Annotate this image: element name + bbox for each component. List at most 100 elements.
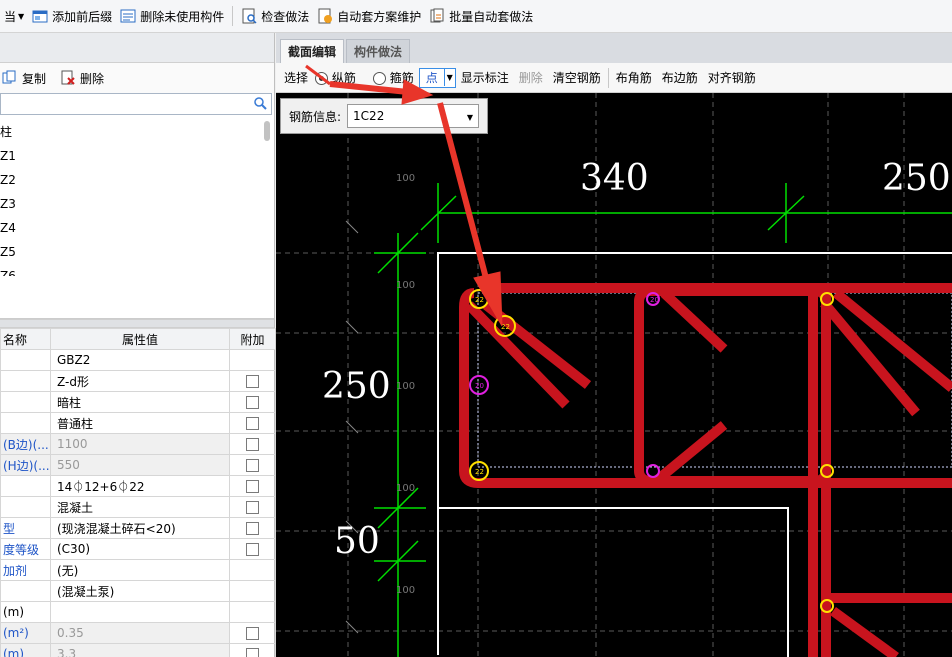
property-value[interactable]: 550 — [50, 454, 230, 476]
list-item[interactable]: Z5 — [0, 240, 16, 264]
table-row[interactable]: 14⏀12+6⏀22 — [0, 475, 276, 497]
property-value[interactable]: (现浇混凝土碎石<20) — [50, 517, 230, 539]
add-checkbox[interactable] — [246, 375, 259, 388]
property-value[interactable]: Z-d形 — [50, 370, 230, 392]
delete-unused-button[interactable]: 删除未使用构件 — [116, 4, 228, 28]
stirrup-radio[interactable]: 箍筋 — [361, 69, 419, 86]
small-label: 100 — [396, 585, 415, 596]
add-checkbox[interactable] — [246, 543, 259, 556]
table-row[interactable]: 型 (现浇混凝土碎石<20) — [0, 517, 276, 539]
property-value[interactable]: 3.3 — [50, 643, 230, 657]
add-checkbox[interactable] — [246, 480, 259, 493]
delete-bar-button[interactable]: 删除 — [514, 69, 548, 86]
property-value[interactable] — [50, 601, 230, 623]
search-icon — [254, 97, 267, 113]
property-value[interactable]: 14⏀12+6⏀22 — [50, 475, 230, 497]
table-row[interactable]: (混凝土泵) — [0, 580, 276, 602]
table-row[interactable]: (m) 3.3 — [0, 643, 276, 657]
batch-auto-button[interactable]: 批量自动套做法 — [425, 4, 537, 28]
property-name: (m) — [0, 601, 51, 623]
copy-button[interactable]: 复制 — [0, 66, 50, 90]
list-item[interactable]: Z1 — [0, 144, 16, 168]
longbar-radio[interactable]: 纵筋 — [313, 69, 361, 86]
toolbar-separator — [607, 67, 609, 88]
add-prefix-icon — [32, 8, 48, 24]
radio-off-icon — [372, 72, 386, 85]
delete-unused-icon — [120, 8, 136, 24]
add-checkbox[interactable] — [246, 501, 259, 514]
auto-scheme-label: 自动套方案维护 — [337, 9, 422, 24]
check-method-label: 检查做法 — [261, 9, 310, 24]
side-bar[interactable] — [646, 464, 660, 478]
add-checkbox[interactable] — [246, 438, 259, 451]
align-bar-button[interactable]: 对齐钢筋 — [703, 69, 761, 86]
table-row[interactable]: (m²) 0.35 — [0, 622, 276, 644]
add-checkbox[interactable] — [246, 417, 259, 430]
property-add-cell — [229, 496, 276, 518]
list-scrollbar[interactable] — [264, 121, 270, 141]
table-row[interactable]: (m) — [0, 601, 276, 623]
list-item[interactable]: Z2 — [0, 168, 16, 192]
property-value[interactable]: 0.35 — [50, 622, 230, 644]
tab-section-edit[interactable]: 截面编辑 — [280, 39, 345, 63]
rebar-info-select[interactable]: 1C22 ▼ — [347, 104, 480, 128]
component-search-input[interactable] — [0, 93, 272, 115]
property-add-cell — [229, 391, 276, 413]
property-value[interactable]: (无) — [50, 559, 230, 581]
drawing-canvas[interactable]: 340 250 250 50 100 100 100 100 100 22 22… — [276, 93, 952, 657]
list-item[interactable]: 柱 — [0, 120, 12, 144]
table-row[interactable]: (B边)(... 1100 — [0, 433, 276, 455]
add-prefix-label: 添加前后缀 — [52, 9, 113, 24]
auto-scheme-button[interactable]: 自动套方案维护 — [313, 4, 425, 28]
property-value[interactable]: 暗柱 — [50, 391, 230, 413]
add-checkbox[interactable] — [246, 522, 259, 535]
property-name — [0, 391, 51, 413]
tab-component-method[interactable]: 构件做法 — [346, 39, 411, 63]
stirrup-label: 箍筋 — [389, 71, 414, 85]
table-row[interactable]: 度等级 (C30) — [0, 538, 276, 560]
property-name — [0, 580, 51, 602]
small-label: 100 — [396, 280, 415, 291]
property-add-cell — [229, 412, 276, 434]
property-value[interactable]: 普通柱 — [50, 412, 230, 434]
toolbar-label: 当 — [4, 9, 17, 24]
property-value[interactable]: (C30) — [50, 538, 230, 560]
add-checkbox[interactable] — [246, 627, 259, 640]
add-checkbox[interactable] — [246, 396, 259, 409]
add-checkbox[interactable] — [246, 459, 259, 472]
property-add-cell — [229, 433, 276, 455]
table-row[interactable]: (H边)(... 550 — [0, 454, 276, 476]
list-item[interactable]: Z3 — [0, 192, 16, 216]
add-prefix-button[interactable]: 添加前后缀 — [28, 4, 116, 28]
edge-bar-button[interactable]: 布边筋 — [657, 69, 703, 86]
check-method-button[interactable]: 检查做法 — [237, 4, 313, 28]
bar-label: 20 — [475, 382, 484, 390]
dim-250-top: 250 — [882, 158, 951, 199]
panel-splitter[interactable] — [0, 319, 274, 328]
delete-button[interactable]: 删除 — [56, 66, 108, 90]
table-row[interactable]: Z-d形 — [0, 370, 276, 392]
property-value[interactable]: (混凝土泵) — [50, 580, 230, 602]
property-value[interactable]: 1100 — [50, 433, 230, 455]
list-item[interactable]: Z4 — [0, 216, 16, 240]
corner-bar-button[interactable]: 布角筋 — [611, 69, 657, 86]
point-mode-dropdown[interactable]: 点 ▼ — [418, 67, 456, 88]
table-row[interactable]: 混凝土 — [0, 496, 276, 518]
toolbar-item-doc[interactable]: 当 ▼ — [0, 4, 28, 28]
small-labels: 100 100 100 100 100 — [396, 173, 415, 596]
table-row[interactable]: 普通柱 — [0, 412, 276, 434]
section-editor: 截面编辑 构件做法 选择 纵筋 箍筋 点 ▼ 显示标注 删除 清空钢筋 布角筋 … — [276, 33, 952, 657]
property-value[interactable]: 混凝土 — [50, 496, 230, 518]
property-value[interactable]: GBZ2 — [50, 349, 230, 371]
table-row[interactable]: GBZ2 — [0, 349, 276, 371]
select-button[interactable]: 选择 — [276, 69, 313, 86]
table-row[interactable]: 加剂 (无) — [0, 559, 276, 581]
bar-label: 20 — [650, 296, 659, 304]
table-row[interactable]: 暗柱 — [0, 391, 276, 413]
list-item[interactable]: Z6 — [0, 264, 16, 276]
property-add-cell — [229, 538, 276, 560]
clear-bars-button[interactable]: 清空钢筋 — [548, 69, 606, 86]
add-checkbox[interactable] — [246, 648, 259, 657]
property-name: 加剂 — [0, 559, 51, 581]
show-mark-button[interactable]: 显示标注 — [456, 69, 514, 86]
